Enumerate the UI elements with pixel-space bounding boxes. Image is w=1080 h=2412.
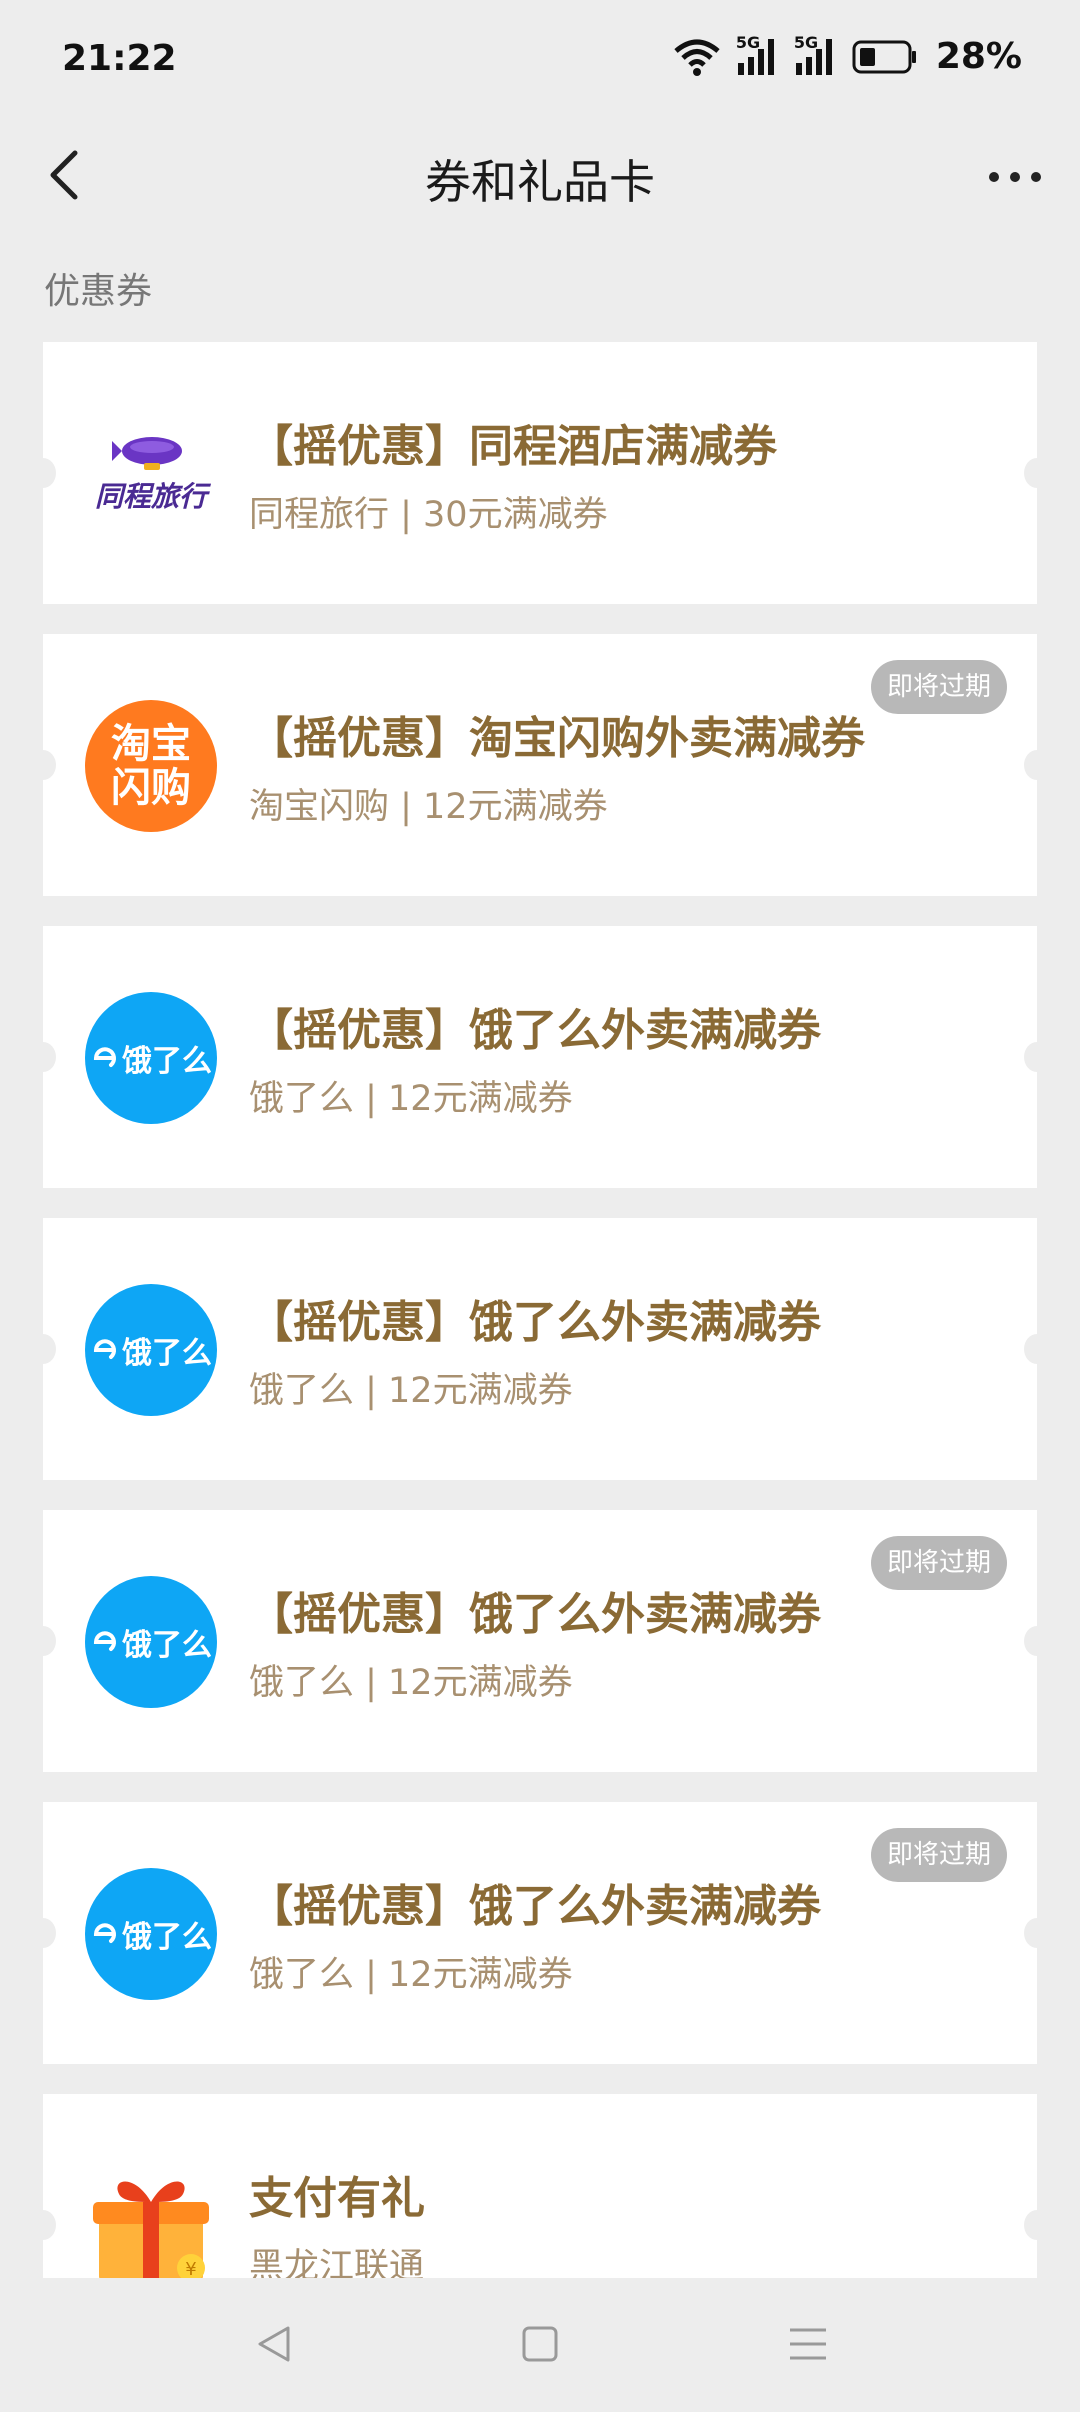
expiring-badge: 即将过期 bbox=[870, 1828, 1007, 1882]
nav-menu-button[interactable] bbox=[778, 2314, 838, 2374]
coupon-subtitle: 饿了么 | 12元满减券 bbox=[249, 1079, 573, 1119]
expiring-badge: 即将过期 bbox=[870, 660, 1007, 714]
eleme-logo: 饿了么 bbox=[85, 1868, 217, 2000]
coupon-card[interactable]: 饿了么 【摇优惠】饿了么外卖满减券 饿了么 | 12元满减券 bbox=[43, 926, 1037, 1188]
battery-icon bbox=[852, 40, 916, 73]
tongcheng-logo: 同程旅行 bbox=[85, 408, 217, 540]
signal-label-2: 5G bbox=[793, 32, 819, 52]
coupon-card[interactable]: ¥ 支付有礼 黑龙江联通 bbox=[43, 2094, 1037, 2278]
signal-2: 5G bbox=[794, 33, 838, 77]
coupon-card[interactable]: 同程旅行 【摇优惠】同程酒店满减券 同程旅行 | 30元满减券 bbox=[43, 342, 1037, 604]
eleme-logo: 饿了么 bbox=[85, 992, 217, 1124]
eleme-e-icon bbox=[93, 1631, 116, 1651]
coupon-subtitle: 淘宝闪购 | 12元满减券 bbox=[249, 787, 608, 827]
coupon-title: 【摇优惠】饿了么外卖满减券 bbox=[249, 1589, 821, 1640]
coupon-subtitle: 饿了么 | 12元满减券 bbox=[249, 1955, 573, 1995]
taobao-shangou-logo: 淘宝 闪购 bbox=[85, 700, 217, 832]
coupon-title: 【摇优惠】饿了么外卖满减券 bbox=[249, 1297, 821, 1348]
wifi-icon bbox=[674, 39, 720, 76]
coupon-title: 【摇优惠】饿了么外卖满减券 bbox=[249, 1881, 821, 1932]
coupon-subtitle: 黑龙江联通 bbox=[249, 2247, 425, 2278]
coupon-card[interactable]: 即将过期 饿了么 【摇优惠】饿了么外卖满减券 饿了么 | 12元满减券 bbox=[43, 1510, 1037, 1772]
eleme-logo: 饿了么 bbox=[85, 1284, 217, 1416]
menu-lines-icon bbox=[790, 2328, 826, 2360]
status-time: 21:22 bbox=[62, 38, 177, 79]
status-bar: 21:22 5G 5G 28% bbox=[0, 0, 1080, 120]
more-icon bbox=[989, 172, 1041, 182]
eleme-e-icon bbox=[93, 1923, 116, 1943]
coupon-title: 【摇优惠】淘宝闪购外卖满减券 bbox=[249, 713, 865, 764]
triangle-back-icon bbox=[258, 2326, 290, 2362]
expiring-badge: 即将过期 bbox=[870, 1536, 1007, 1590]
eleme-logo-text: 饿了么 bbox=[122, 1044, 212, 1079]
coupon-title: 支付有礼 bbox=[249, 2173, 425, 2224]
blimp-icon bbox=[112, 437, 182, 470]
svg-text:¥: ¥ bbox=[185, 2259, 196, 2278]
coupon-list: 同程旅行 【摇优惠】同程酒店满减券 同程旅行 | 30元满减券 即将过期 淘宝 … bbox=[43, 342, 1037, 2278]
page-title: 券和礼品卡 bbox=[425, 155, 655, 209]
system-nav-bar bbox=[0, 2278, 1080, 2412]
battery-percent: 28% bbox=[935, 36, 1022, 77]
eleme-e-icon bbox=[93, 1047, 116, 1067]
section-title: 优惠券 bbox=[44, 271, 153, 312]
gift-box-icon: ¥ bbox=[93, 2181, 209, 2278]
nav-bar: 券和礼品卡 bbox=[0, 120, 1080, 228]
eleme-logo-text: 饿了么 bbox=[122, 1920, 212, 1955]
gift-box-icon: ¥ bbox=[85, 2160, 217, 2278]
coupon-subtitle: 饿了么 | 12元满减券 bbox=[249, 1663, 573, 1703]
eleme-e-icon bbox=[93, 1339, 116, 1359]
signal-label-1: 5G bbox=[735, 32, 761, 52]
more-button[interactable] bbox=[980, 142, 1050, 212]
coupon-subtitle: 同程旅行 | 30元满减券 bbox=[249, 495, 608, 535]
taobao-logo-line1: 淘宝 bbox=[111, 721, 191, 767]
square-home-icon bbox=[522, 2326, 558, 2362]
coupon-title: 【摇优惠】同程酒店满减券 bbox=[249, 421, 777, 472]
status-icons: 5G 5G 28% bbox=[672, 33, 1022, 77]
coupon-card[interactable]: 即将过期 饿了么 【摇优惠】饿了么外卖满减券 饿了么 | 12元满减券 bbox=[43, 1802, 1037, 2064]
eleme-logo-text: 饿了么 bbox=[122, 1336, 212, 1371]
signal-1: 5G bbox=[736, 33, 780, 77]
tongcheng-logo-text: 同程旅行 bbox=[94, 480, 207, 513]
coupon-subtitle: 饿了么 | 12元满减券 bbox=[249, 1371, 573, 1411]
eleme-logo: 饿了么 bbox=[85, 1576, 217, 1708]
coupon-title: 【摇优惠】饿了么外卖满减券 bbox=[249, 1005, 821, 1056]
nav-home-button[interactable] bbox=[510, 2314, 570, 2374]
coupon-card[interactable]: 饿了么 【摇优惠】饿了么外卖满减券 饿了么 | 12元满减券 bbox=[43, 1218, 1037, 1480]
nav-back-button[interactable] bbox=[244, 2314, 304, 2374]
taobao-logo-line2: 闪购 bbox=[111, 765, 191, 811]
coupon-card[interactable]: 即将过期 淘宝 闪购 【摇优惠】淘宝闪购外卖满减券 淘宝闪购 | 12元满减券 bbox=[43, 634, 1037, 896]
eleme-logo-text: 饿了么 bbox=[122, 1628, 212, 1663]
screen: 21:22 5G 5G 28% 券和礼品卡 优惠券 同程旅行 【摇优惠】同程酒店… bbox=[0, 0, 1080, 2412]
